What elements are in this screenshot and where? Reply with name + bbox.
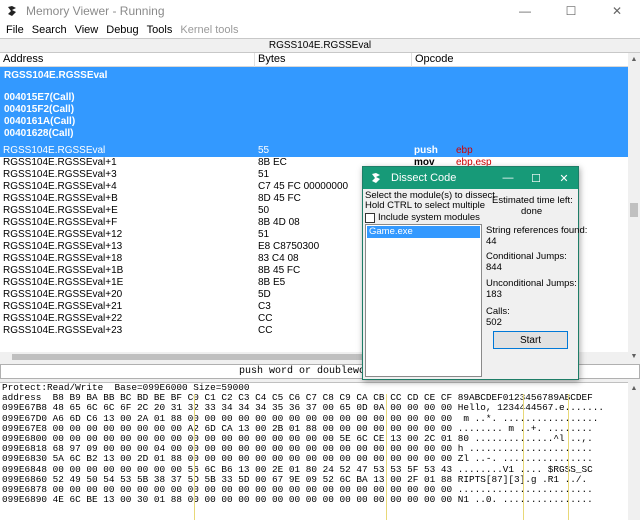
- disasm-bytes: 8B EC: [258, 157, 287, 168]
- disasm-bytes: CC: [258, 325, 273, 336]
- dissect-code-dialog: Dissect Code — ☐ ✕ Select the module(s) …: [362, 166, 587, 380]
- checkbox-label: Include system modules: [378, 212, 480, 223]
- menu-debug[interactable]: Debug: [102, 24, 142, 36]
- menu-view[interactable]: View: [71, 24, 103, 36]
- disasm-address: RGSS104E.RGSSEval+20: [3, 289, 123, 300]
- disasm-bytes: 51: [258, 169, 270, 180]
- calls-value: 502: [486, 317, 502, 328]
- maximize-button[interactable]: ☐: [548, 0, 594, 21]
- disasm-operand: ebp: [456, 145, 473, 156]
- disasm-bytes: 50: [258, 205, 270, 216]
- disasm-opcode: push: [414, 145, 438, 156]
- disasm-bytes: 83 C4 08: [258, 253, 299, 264]
- hex-column-divider: [523, 394, 524, 520]
- dialog-titlebar: Dissect Code — ☐ ✕: [363, 167, 578, 189]
- disasm-address: RGSS104E.RGSSEval+12: [3, 229, 123, 240]
- dialog-title: Dissect Code: [391, 172, 457, 184]
- disasm-bytes: 8D 45 FC: [258, 193, 301, 204]
- conditional-jumps-label: Conditional Jumps:: [486, 251, 567, 262]
- module-item[interactable]: Game.exe: [367, 226, 480, 238]
- disasm-address: RGSS104E.RGSSEval+13: [3, 241, 123, 252]
- conditional-jumps-value: 844: [486, 262, 502, 273]
- menu-bar: File Search View Debug Tools Kernel tool…: [0, 21, 640, 38]
- scroll-down-icon[interactable]: ▼: [628, 350, 640, 362]
- string-references-value: 44: [486, 236, 497, 247]
- dialog-maximize-button[interactable]: ☐: [522, 167, 550, 189]
- disassembler-location: RGSS104E.RGSSEval: [0, 38, 640, 53]
- disasm-address: RGSS104E.RGSSEval+E: [3, 205, 118, 216]
- hex-rows: 099E67B8 48 65 6C 6C 6F 2C 20 31 32 33 3…: [0, 403, 628, 505]
- disassembler-header: Address Bytes Opcode: [0, 53, 628, 67]
- disasm-bytes: 8B E5: [258, 277, 286, 288]
- disasm-bytes: 8B 4D 08: [258, 217, 300, 228]
- estimated-time-label: Estimated time left:: [492, 195, 573, 206]
- hex-column-divider: [568, 394, 569, 520]
- disasm-address: RGSS104E.RGSSEval+22: [3, 313, 123, 324]
- disasm-bytes: E8 C8750300: [258, 241, 320, 252]
- reference-call: 004015F2(Call): [4, 104, 75, 115]
- hscroll-thumb[interactable]: [12, 354, 392, 360]
- disasm-bytes: 55: [258, 145, 270, 156]
- hex-column-divider: [194, 394, 195, 520]
- module-list[interactable]: Game.exe: [365, 224, 482, 377]
- cheat-engine-icon: [369, 171, 383, 185]
- hex-column-divider: [386, 394, 387, 520]
- close-button[interactable]: ✕: [594, 0, 640, 21]
- disasm-bytes: 8B 45 FC: [258, 265, 301, 276]
- dialog-close-button[interactable]: ✕: [550, 167, 578, 189]
- reference-call: 004015E7(Call): [4, 92, 75, 103]
- disasm-bytes: C7 45 FC 00000000: [258, 181, 349, 192]
- calls-label: Calls:: [486, 306, 510, 317]
- cheat-engine-icon: [5, 4, 19, 18]
- disasm-bytes: C3: [258, 301, 271, 312]
- menu-search[interactable]: Search: [28, 24, 71, 36]
- reference-call: 00401628(Call): [4, 128, 74, 139]
- disasm-address: RGSS104E.RGSSEval+4: [3, 181, 117, 192]
- hex-row[interactable]: 099E6830 5A 6C B2 13 00 2D 01 88 00 00 0…: [0, 454, 628, 464]
- window-titlebar: Memory Viewer - Running — ☐ ✕: [0, 0, 640, 21]
- disasm-address: RGSS104E.RGSSEval+23: [3, 325, 123, 336]
- estimated-time-value: done: [521, 206, 543, 217]
- checkbox-box[interactable]: [365, 212, 375, 223]
- disasm-address: RGSS104E.RGSSEval+21: [3, 301, 123, 312]
- unconditional-jumps-value: 183: [486, 289, 502, 300]
- scroll-thumb[interactable]: [630, 203, 638, 217]
- reference-block: RGSS104E.RGSSEval 004015E7(Call) 004015F…: [0, 67, 628, 145]
- menu-tools[interactable]: Tools: [143, 24, 177, 36]
- hex-scrollbar[interactable]: ▲: [628, 382, 640, 520]
- disasm-address: RGSS104E.RGSSEval+1E: [3, 277, 124, 288]
- dialog-minimize-button[interactable]: —: [494, 167, 522, 189]
- disasm-address: RGSS104E.RGSSEval: [3, 145, 106, 156]
- reference-label: RGSS104E.RGSSEval: [4, 70, 108, 81]
- scroll-up-icon[interactable]: ▲: [628, 382, 640, 394]
- disasm-address: RGSS104E.RGSSEval+B: [3, 193, 118, 204]
- dialog-instruction-ctrl: Hold CTRL to select multiple: [365, 200, 486, 211]
- include-system-modules-checkbox[interactable]: Include system modules: [365, 212, 480, 223]
- disasm-address: RGSS104E.RGSSEval+18: [3, 253, 123, 264]
- disasm-address: RGSS104E.RGSSEval+1: [3, 157, 117, 168]
- column-bytes[interactable]: Bytes: [255, 53, 412, 67]
- hex-view[interactable]: Protect:Read/Write Base=099E6000 Size=59…: [0, 382, 628, 520]
- unconditional-jumps-label: Unconditional Jumps:: [486, 278, 577, 289]
- reference-call: 0040161A(Call): [4, 116, 76, 127]
- disasm-row[interactable]: RGSS104E.RGSSEval 55 push ebp: [0, 145, 628, 157]
- column-address[interactable]: Address: [0, 53, 255, 67]
- hex-row[interactable]: 099E6890 4E 6C BE 13 00 30 01 88 00 00 0…: [0, 494, 628, 505]
- disasm-bytes: CC: [258, 313, 273, 324]
- column-opcode[interactable]: Opcode: [412, 53, 628, 67]
- scroll-up-icon[interactable]: ▲: [628, 53, 640, 65]
- disasm-bytes: 5D: [258, 289, 271, 300]
- disasm-bytes: 51: [258, 229, 270, 240]
- disasm-address: RGSS104E.RGSSEval+3: [3, 169, 117, 180]
- string-references-label: String references found:: [486, 225, 588, 236]
- menu-file[interactable]: File: [2, 24, 28, 36]
- menu-kernel-tools[interactable]: Kernel tools: [176, 24, 242, 36]
- disasm-address: RGSS104E.RGSSEval+1B: [3, 265, 124, 276]
- minimize-button[interactable]: —: [502, 0, 548, 21]
- start-button[interactable]: Start: [493, 331, 568, 349]
- disassembler-scrollbar[interactable]: ▲ ▼: [628, 53, 640, 362]
- window-title: Memory Viewer - Running: [26, 3, 165, 18]
- disasm-address: RGSS104E.RGSSEval+F: [3, 217, 118, 228]
